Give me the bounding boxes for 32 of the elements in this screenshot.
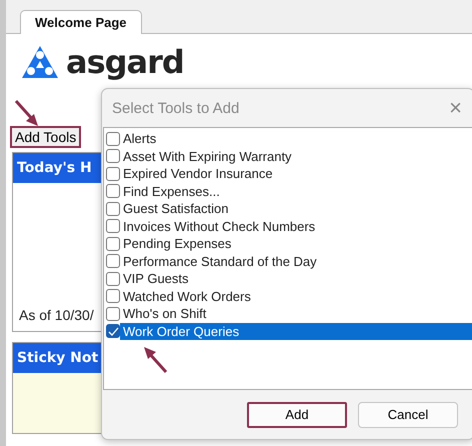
list-item[interactable]: Pending Expenses — [120, 235, 472, 252]
checkbox[interactable] — [106, 219, 120, 234]
add-tools-button[interactable]: Add Tools — [10, 126, 82, 148]
checkbox[interactable] — [106, 149, 120, 164]
list-item[interactable]: Work Order Queries — [120, 322, 472, 340]
checkbox[interactable] — [106, 306, 120, 321]
checkbox[interactable] — [106, 202, 120, 216]
logo-icon — [20, 44, 60, 80]
list-item[interactable]: Watched Work Orders — [120, 288, 472, 305]
checkbox[interactable] — [106, 166, 120, 181]
add-button[interactable]: Add — [247, 402, 347, 428]
list-item[interactable]: Who's on Shift — [120, 305, 472, 322]
arrow-icon — [14, 99, 40, 128]
checkbox[interactable] — [106, 324, 120, 338]
list-item[interactable]: Alerts — [120, 130, 472, 148]
list-item[interactable]: VIP Guests — [120, 270, 472, 288]
checkbox[interactable] — [106, 289, 120, 304]
checkbox[interactable] — [106, 132, 120, 146]
checkbox[interactable] — [106, 236, 120, 251]
arrow-icon — [142, 345, 168, 374]
checkbox[interactable] — [106, 254, 120, 268]
logo-text: asgard — [66, 43, 184, 81]
cancel-button[interactable]: Cancel — [358, 402, 458, 428]
list-item[interactable]: Invoices Without Check Numbers — [120, 218, 472, 235]
tab[interactable]: Welcome Page — [20, 10, 142, 34]
list-item[interactable]: Guest Satisfaction — [120, 200, 472, 218]
checkbox[interactable] — [106, 184, 120, 198]
checkbox[interactable] — [106, 272, 120, 286]
list-item[interactable]: Performance Standard of the Day — [120, 252, 472, 270]
dialog-title: Select Tools to Add — [112, 100, 240, 116]
panel-footer-text: As of 10/30/ — [19, 307, 94, 323]
list-item[interactable]: Find Expenses... — [120, 182, 472, 200]
